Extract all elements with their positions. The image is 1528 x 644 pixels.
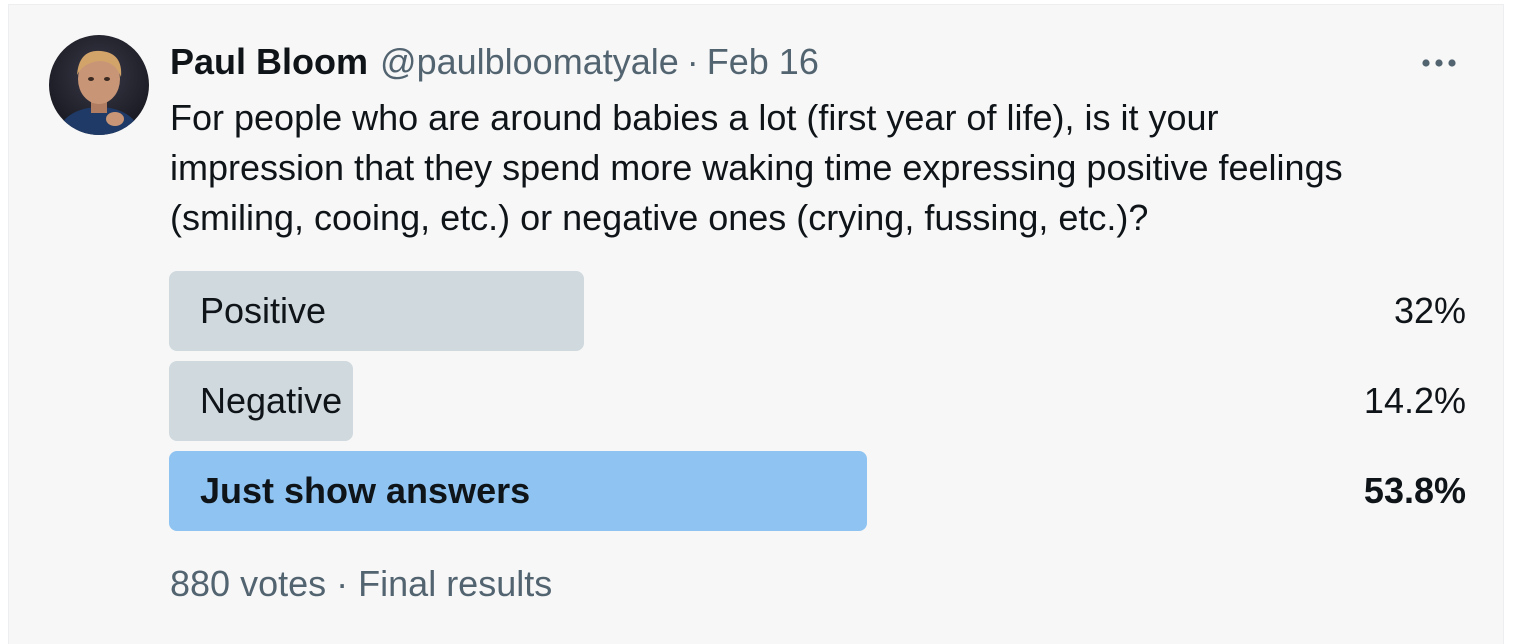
poll-option-label: Positive: [200, 290, 327, 331]
poll-votes: 880 votes: [170, 563, 327, 604]
tweet-date[interactable]: Feb 16: [707, 41, 819, 83]
poll-option-just-show-answers: Just show answers 53.8%: [169, 451, 1466, 531]
avatar[interactable]: [49, 35, 149, 135]
poll-option-percent: 53.8%: [1363, 470, 1466, 511]
tweet-text: For people who are around babies a lot (…: [170, 97, 1343, 238]
author-handle[interactable]: @paulbloomatyale: [380, 41, 679, 83]
profile-photo-icon: [49, 35, 149, 135]
poll-option-percent: 32%: [1393, 290, 1466, 331]
more-horizontal-icon: [1422, 59, 1456, 67]
poll-option-label: Negative: [200, 380, 343, 421]
poll-option-positive: Positive 32%: [169, 271, 1466, 351]
header-separator: ·: [686, 41, 699, 82]
poll-option-negative: Negative 14.2%: [169, 361, 1466, 441]
poll: Positive 32% Negative 14.2% Just show an…: [169, 271, 1466, 541]
author-name[interactable]: Paul Bloom: [170, 41, 368, 83]
poll-footer: 880 votes · Final results: [170, 563, 552, 605]
poll-status: Final results: [358, 563, 553, 604]
poll-option-percent: 14.2%: [1363, 380, 1466, 421]
poll-option-label: Just show answers: [200, 470, 531, 511]
tweet-card[interactable]: Paul Bloom @paulbloomatyale · Feb 16 For…: [8, 4, 1504, 644]
poll-footer-separator: ·: [336, 563, 349, 604]
more-options-button[interactable]: [1417, 43, 1461, 83]
tweet-header: Paul Bloom @paulbloomatyale · Feb 16: [170, 41, 819, 85]
